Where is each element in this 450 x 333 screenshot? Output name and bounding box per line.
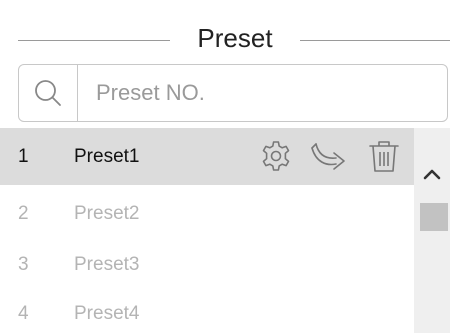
- search-icon: [35, 80, 61, 106]
- preset-row-2[interactable]: 2 Preset2: [0, 185, 414, 242]
- title-divider-right: [300, 40, 450, 41]
- preset-number: 2: [18, 203, 29, 224]
- preset-search-box: [18, 64, 448, 122]
- scroll-up-button[interactable]: [414, 160, 450, 188]
- title-divider-left: [18, 40, 170, 41]
- preset-row-4[interactable]: 4 Preset4: [0, 285, 414, 333]
- preset-row-1[interactable]: 1 Preset1: [0, 128, 414, 185]
- panel-header: Preset: [0, 18, 450, 58]
- preset-name: Preset2: [74, 203, 140, 224]
- panel-title: Preset: [197, 23, 273, 53]
- preset-list: 1 Preset1 2 Preset2 3 Preset3 4 Preset4: [0, 128, 414, 333]
- list-scrollbar[interactable]: [414, 128, 450, 333]
- preset-number: 4: [18, 303, 29, 324]
- preset-panel: Preset 1 Preset1: [0, 0, 450, 333]
- gear-icon[interactable]: [258, 138, 294, 174]
- scroll-thumb[interactable]: [420, 203, 448, 231]
- preset-name: Preset1: [74, 146, 140, 167]
- preset-number: 1: [18, 146, 29, 167]
- preset-number-input[interactable]: [78, 65, 438, 121]
- search-button[interactable]: [19, 65, 78, 121]
- preset-name: Preset4: [74, 303, 140, 324]
- chevron-up-icon: [423, 169, 441, 180]
- call-preset-icon[interactable]: [308, 138, 345, 174]
- trash-icon[interactable]: [366, 138, 402, 174]
